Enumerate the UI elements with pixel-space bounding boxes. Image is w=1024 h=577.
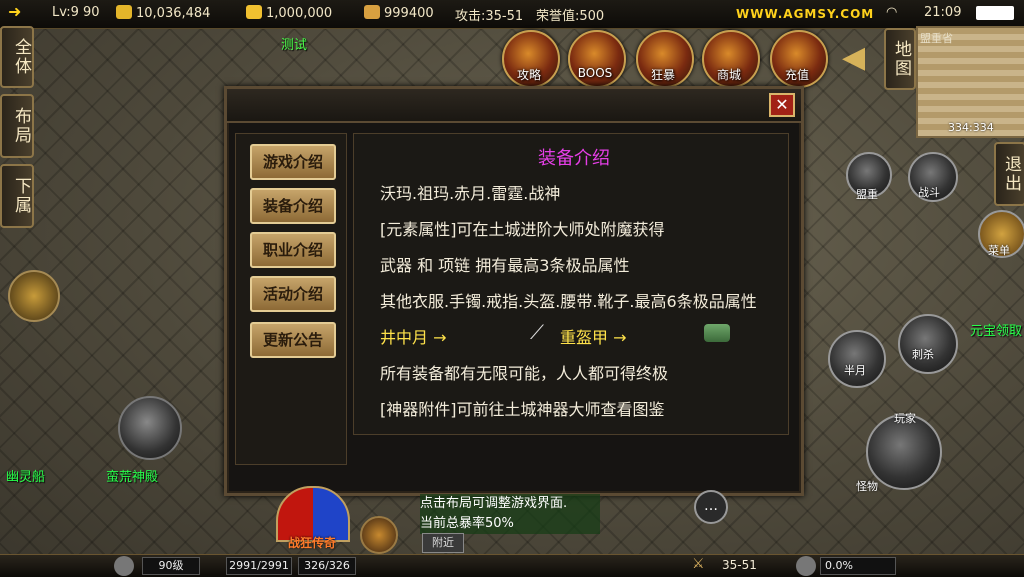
content-line-4: 其他衣服.手镯.戒指.头盔.腰带.靴子.最高6条极品属性 <box>380 292 757 311</box>
boss-label: BOOS <box>577 66 613 80</box>
content-line-6: [神器附件]可前往土城神器大师查看图鉴 <box>380 400 665 419</box>
content-line-2: [元素属性]可在土城进阶大师处附魔获得 <box>380 220 665 239</box>
minimap-coords: 334:334 <box>948 121 994 134</box>
guide-label: 攻略 <box>516 68 541 82</box>
all-button[interactable]: 全体 <box>0 26 34 88</box>
exp-value: 0.0% <box>820 557 896 575</box>
joystick[interactable] <box>118 396 182 460</box>
level-badge-icon <box>114 556 134 576</box>
tip-box: 点击布局可调整游戏界面. 当前总暴率50% <box>420 494 600 534</box>
dialog-header <box>227 89 801 123</box>
npc-yuanbao[interactable]: 元宝领取 <box>970 320 1022 339</box>
map-button[interactable]: 地图 <box>884 28 916 90</box>
attack-display: 攻击:35-51 <box>455 9 524 24</box>
item-link-heavy-armor[interactable]: 重盔甲 → <box>560 324 627 348</box>
dialog-menu: 游戏介绍 装备介绍 职业介绍 活动介绍 更新公告 <box>235 133 347 465</box>
bottom-status-bar: 90级 2991/2991 326/326 ⚔ 35-51 0.0% <box>0 554 1024 577</box>
avatar-mask-button[interactable] <box>8 270 60 322</box>
skill-label-halfmoon: 半月 <box>844 364 866 377</box>
recharge-label: 充值 <box>784 68 809 82</box>
skill-assassinate[interactable] <box>898 314 958 374</box>
rage-label: 狂暴 <box>650 68 675 82</box>
points-amount: 999400 <box>384 6 434 21</box>
menu-equipment-intro[interactable]: 装备介绍 <box>250 188 336 224</box>
top-status-bar: ➜ Lv:9 90 10,036,484 1,000,000 999400 攻击… <box>0 0 1024 29</box>
content-line-3: 武器 和 项链 拥有最高3条极品属性 <box>380 256 630 275</box>
info-dialog: ✕ 游戏介绍 装备介绍 职业介绍 活动介绍 更新公告 装备介绍 沃玛.祖玛.赤月… <box>224 86 804 496</box>
subordinate-button[interactable]: 下属 <box>0 164 34 228</box>
tip-line-1: 点击布局可调整游戏界面. <box>420 494 600 514</box>
tip-line-2: 当前总暴率50% <box>420 514 600 534</box>
site-url: WWW.AGMSY.COM <box>736 7 875 21</box>
ingot-counter: 1,000,000 <box>246 5 332 21</box>
skill-label-assassinate: 刺杀 <box>912 348 934 361</box>
level-value: 90级 <box>142 557 200 575</box>
target-players-label[interactable]: 玩家 <box>894 410 916 426</box>
gold-amount: 10,036,484 <box>136 6 211 21</box>
exit-button[interactable]: 退出 <box>994 142 1024 206</box>
attack-sword-icon: ⚔ <box>692 556 705 572</box>
minimap-area: 盟重省 <box>920 32 953 45</box>
hp-value: 2991/2991 <box>226 557 292 575</box>
player-name: 测试 <box>281 38 308 53</box>
dialog-content: 装备介绍 沃玛.祖玛.赤月.雷霆.战神 [元素属性]可在土城进阶大师处附魔获得 … <box>353 133 789 435</box>
close-button[interactable]: ✕ <box>769 93 795 117</box>
ingot-amount: 1,000,000 <box>266 6 333 21</box>
level-display: Lv:9 90 <box>52 5 100 20</box>
item-link-jingzhongyue[interactable]: 井中月 → <box>380 324 447 348</box>
target-monsters-label[interactable]: 怪物 <box>856 478 878 494</box>
npc-ghost-ship[interactable]: 幽灵船 <box>6 466 45 485</box>
layout-button[interactable]: 布局 <box>0 94 34 158</box>
attack-value: 35-51 <box>722 558 757 572</box>
content-line-5: 所有装备都有无限可能，人人都可得终极 <box>380 364 669 383</box>
medal-button[interactable] <box>360 516 398 554</box>
skill-label-menu: 菜单 <box>988 244 1010 257</box>
menu-update-notice[interactable]: 更新公告 <box>250 322 336 358</box>
skill-label-battle: 战斗 <box>918 186 940 199</box>
expand-arrow-icon[interactable]: ➜ <box>8 2 21 21</box>
menu-event-intro[interactable]: 活动介绍 <box>250 276 336 312</box>
clock: 21:09 <box>924 5 962 20</box>
mp-value: 326/326 <box>298 557 356 575</box>
menu-game-intro[interactable]: 游戏介绍 <box>250 144 336 180</box>
content-line-1: 沃玛.祖玛.赤月.雷霆.战神 <box>380 184 561 203</box>
honor-display: 荣誉值:500 <box>536 9 605 24</box>
menu-class-intro[interactable]: 职业介绍 <box>250 232 336 268</box>
wifi-icon: ◠ <box>886 5 898 20</box>
skill-halfmoon[interactable] <box>828 330 886 388</box>
skill-label-mengzhong: 盟重 <box>856 188 878 201</box>
collapse-arrow-icon[interactable]: ◀ <box>842 40 865 75</box>
content-title: 装备介绍 <box>538 148 610 169</box>
points-counter: 999400 <box>364 5 434 21</box>
sword-item-icon: ⟋ <box>530 320 544 344</box>
gold-ingot-icon <box>246 5 262 19</box>
gold-coins-icon <box>116 5 132 19</box>
shop-label: 商城 <box>716 68 741 82</box>
exp-icon <box>796 556 816 576</box>
chat-bubble-icon[interactable]: … <box>694 490 728 524</box>
armor-item-icon <box>704 324 730 342</box>
nearby-button[interactable]: 附近 <box>422 533 464 553</box>
battery-icon <box>976 6 1014 20</box>
gold-counter: 10,036,484 <box>116 5 210 21</box>
npc-wild-temple[interactable]: 蛮荒神殿 <box>106 466 158 485</box>
brand-logo: 战狂传奇 <box>287 536 336 550</box>
scroll-icon <box>364 5 380 19</box>
minimap[interactable]: 盟重省 334:334 <box>916 26 1024 138</box>
